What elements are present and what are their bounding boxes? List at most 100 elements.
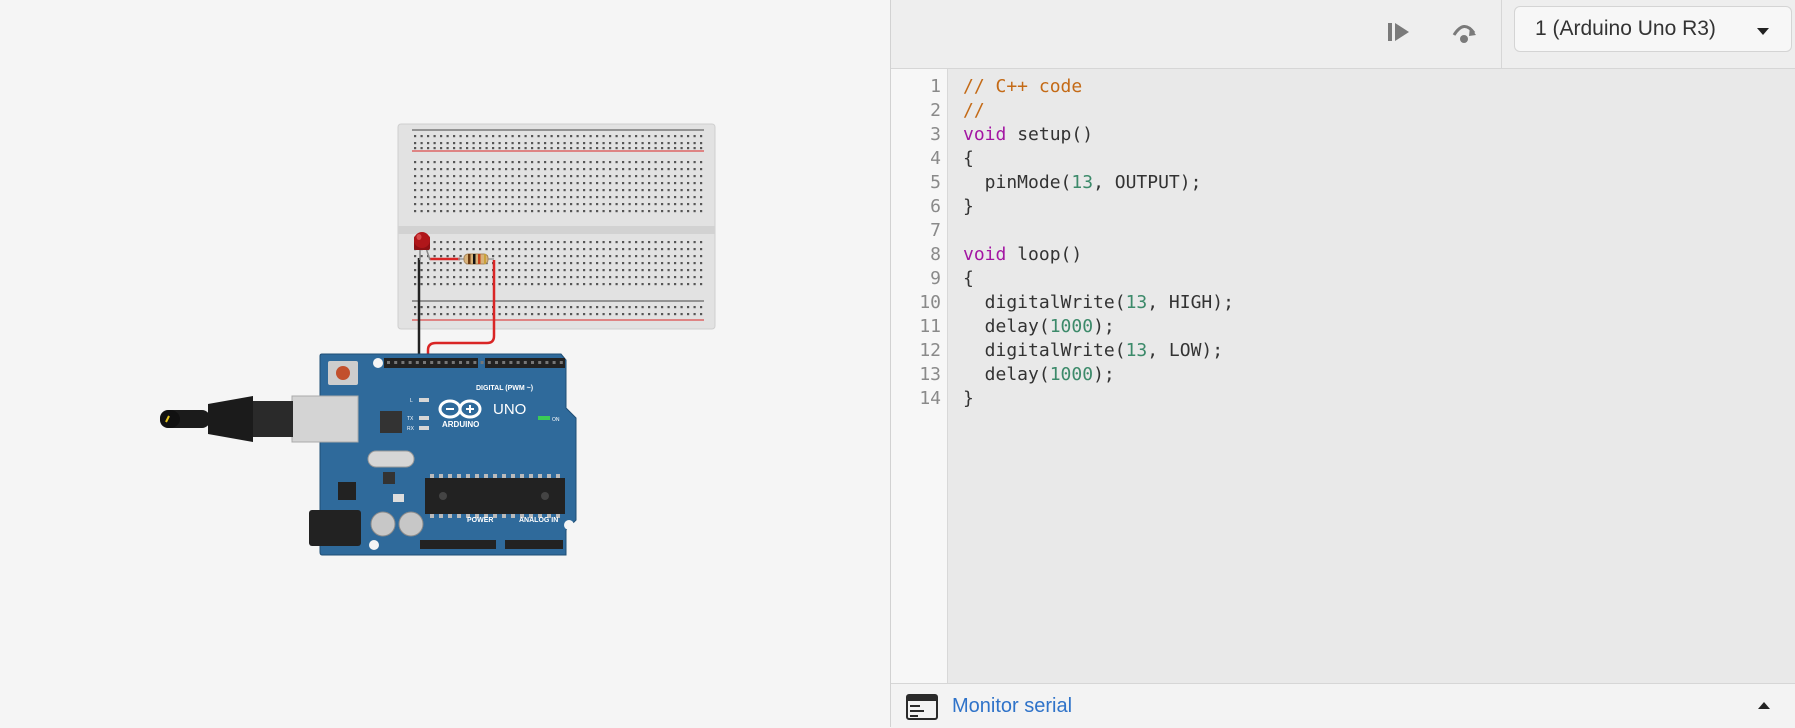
breadboard-hole <box>693 142 696 145</box>
breadboard-hole <box>667 210 670 213</box>
code-line[interactable]: pinMode(13, OUTPUT); <box>963 171 1202 195</box>
breadboard-hole <box>420 182 423 185</box>
breadboard-hole <box>609 203 612 206</box>
code-line[interactable]: // C++ code <box>963 75 1082 99</box>
breadboard-hole <box>420 283 423 286</box>
breadboard-hole <box>479 182 482 185</box>
breadboard-hole <box>609 248 612 251</box>
breadboard-hole <box>622 135 625 138</box>
breadboard-hole <box>680 182 683 185</box>
breadboard-hole <box>498 175 501 178</box>
breadboard-hole <box>550 241 553 244</box>
breadboard-hole <box>602 262 605 265</box>
step-over-button[interactable] <box>1444 14 1484 50</box>
breadboard-hole <box>453 182 456 185</box>
breadboard-hole <box>589 203 592 206</box>
breadboard-hole <box>537 248 540 251</box>
breadboard-hole <box>466 306 469 309</box>
breadboard-hole <box>550 255 553 258</box>
breadboard-hole <box>446 262 449 265</box>
breadboard-hole <box>459 182 462 185</box>
chevron-up-icon[interactable] <box>1758 702 1770 709</box>
breadboard-hole <box>622 283 625 286</box>
code-line[interactable]: digitalWrite(13, LOW); <box>963 339 1223 363</box>
breadboard-hole <box>427 276 430 279</box>
device-select[interactable]: 1 (Arduino Uno R3) <box>1514 6 1792 52</box>
code-line[interactable]: delay(1000); <box>963 315 1115 339</box>
breadboard-hole <box>531 142 534 145</box>
circuit-drawing[interactable]: ARDUINO UNO DIGITAL (PWM ~) ON L TX RX P… <box>0 0 890 727</box>
code-line[interactable]: // <box>963 99 985 123</box>
breadboard-hole <box>667 189 670 192</box>
breadboard-hole <box>661 142 664 145</box>
breadboard-hole <box>479 196 482 199</box>
breadboard-hole <box>550 147 553 150</box>
breadboard-hole <box>563 175 566 178</box>
breadboard-hole <box>589 276 592 279</box>
code-text-area[interactable]: // C++ code//void setup(){ pinMode(13, O… <box>948 69 1795 683</box>
breadboard-hole <box>576 248 579 251</box>
breadboard-hole <box>615 175 618 178</box>
breadboard-hole <box>479 248 482 251</box>
breadboard-hole <box>693 189 696 192</box>
breadboard-hole <box>524 306 527 309</box>
breadboard-hole <box>472 182 475 185</box>
breadboard-hole <box>589 168 592 171</box>
step-play-button[interactable] <box>1379 14 1419 50</box>
breadboard-hole <box>518 175 521 178</box>
breadboard-hole <box>492 175 495 178</box>
breadboard-hole <box>505 283 508 286</box>
breadboard-hole <box>596 306 599 309</box>
circuit-canvas[interactable]: ARDUINO UNO DIGITAL (PWM ~) ON L TX RX P… <box>0 0 890 727</box>
serial-monitor-bar[interactable]: Monitor serial <box>891 683 1795 728</box>
breadboard-hole <box>518 147 521 150</box>
breadboard-hole <box>550 269 553 272</box>
breadboard-hole <box>615 135 618 138</box>
breadboard-hole <box>602 182 605 185</box>
serial-monitor-label[interactable]: Monitor serial <box>952 695 1072 718</box>
arduino-uno-board[interactable]: ARDUINO UNO DIGITAL (PWM ~) ON L TX RX P… <box>160 353 577 556</box>
breadboard-hole <box>544 203 547 206</box>
breadboard-hole <box>661 255 664 258</box>
breadboard-hole <box>700 306 703 309</box>
breadboard-hole <box>615 182 618 185</box>
breadboard-hole <box>485 276 488 279</box>
breadboard-hole <box>544 175 547 178</box>
code-line[interactable]: delay(1000); <box>963 363 1115 387</box>
breadboard-hole <box>414 196 417 199</box>
code-line[interactable]: void setup() <box>963 123 1093 147</box>
breadboard-hole <box>674 313 677 316</box>
breadboard-hole <box>459 262 462 265</box>
code-line[interactable]: void loop() <box>963 243 1082 267</box>
breadboard-hole <box>459 203 462 206</box>
code-editor[interactable]: 1 2 3 4 5 6 7 8 9 10 11 12 13 14 // C++ code//void se… <box>891 69 1795 683</box>
breadboard-hole <box>693 210 696 213</box>
breadboard-hole <box>557 283 560 286</box>
breadboard-hole <box>641 135 644 138</box>
breadboard-hole <box>505 306 508 309</box>
breadboard-hole <box>648 189 651 192</box>
code-line[interactable]: { <box>963 267 974 291</box>
breadboard-hole <box>576 142 579 145</box>
breadboard-hole <box>576 313 579 316</box>
breadboard-hole <box>550 313 553 316</box>
code-line[interactable]: } <box>963 387 974 411</box>
breadboard-hole <box>654 248 657 251</box>
breadboard-hole <box>570 147 573 150</box>
code-line[interactable]: digitalWrite(13, HIGH); <box>963 291 1234 315</box>
breadboard-hole <box>453 189 456 192</box>
breadboard-hole <box>622 147 625 150</box>
breadboard-hole <box>628 147 631 150</box>
breadboard-hole <box>602 241 605 244</box>
breadboard[interactable] <box>397 123 716 330</box>
breadboard-hole <box>648 269 651 272</box>
breadboard-hole <box>648 241 651 244</box>
step-over-icon <box>1452 25 1476 43</box>
breadboard-hole <box>674 306 677 309</box>
breadboard-hole <box>511 196 514 199</box>
breadboard-hole <box>505 276 508 279</box>
breadboard-hole <box>641 203 644 206</box>
breadboard-hole <box>472 142 475 145</box>
code-line[interactable]: { <box>963 147 974 171</box>
code-line[interactable]: } <box>963 195 974 219</box>
